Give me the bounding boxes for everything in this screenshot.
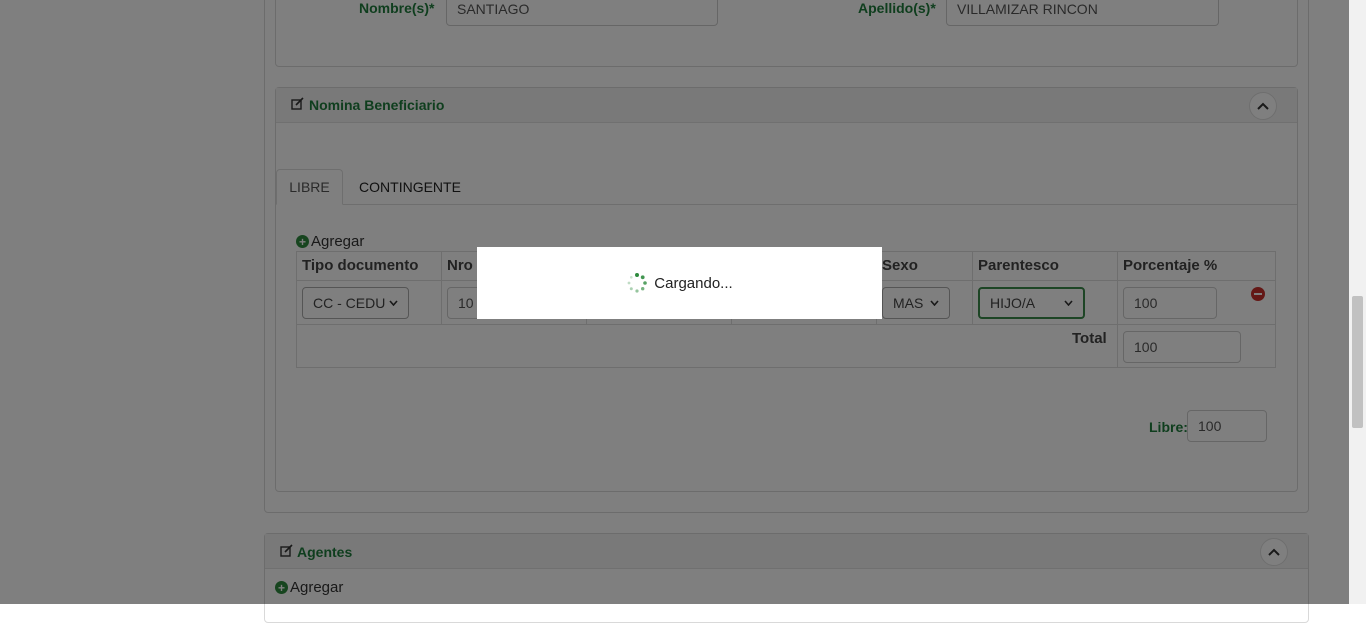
loading-dialog: Cargando... bbox=[477, 247, 882, 319]
spinner-icon bbox=[626, 272, 648, 294]
scrollbar-thumb[interactable] bbox=[1352, 296, 1363, 428]
loading-text: Cargando... bbox=[654, 274, 733, 292]
